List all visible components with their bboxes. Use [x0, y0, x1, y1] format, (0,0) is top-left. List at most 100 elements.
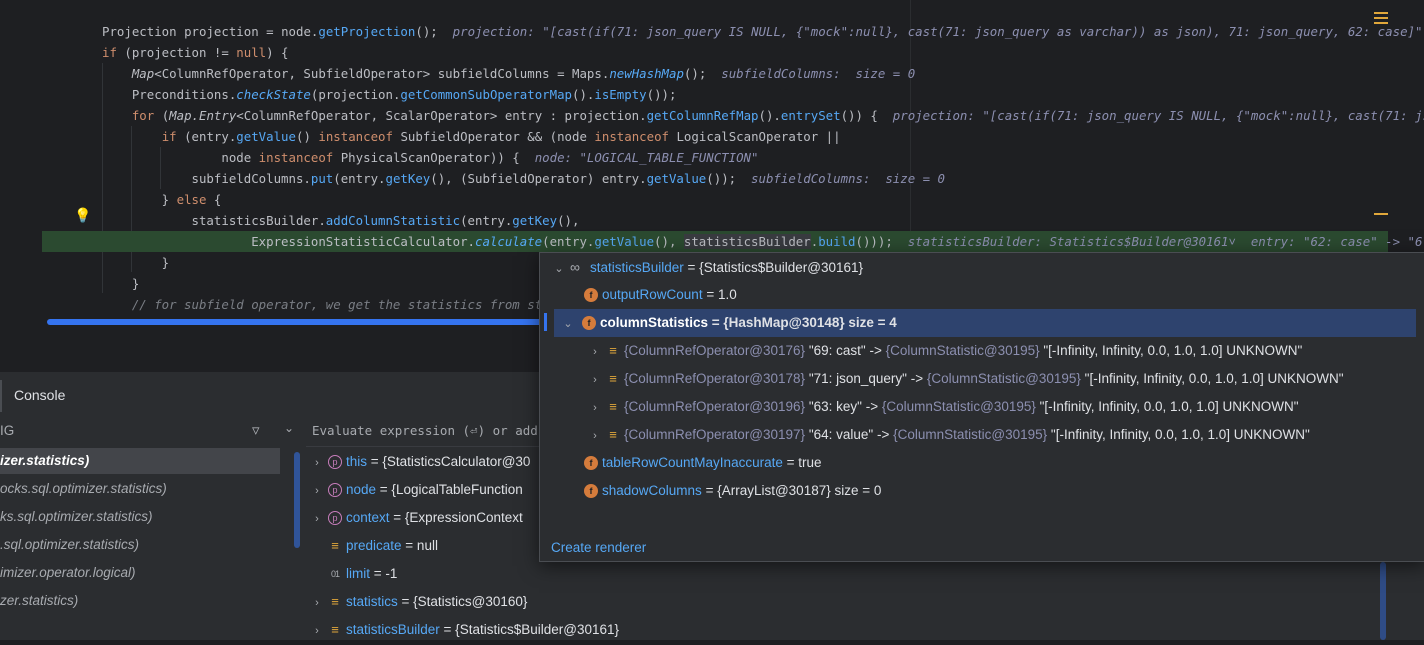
map-entry-row[interactable]: › ≡ {ColumnRefOperator@30197} "64: value" … [584, 421, 1310, 449]
variable-name: context [346, 510, 390, 525]
entry-value-ref: {ColumnStatistic@30195} [893, 427, 1051, 442]
tab-console[interactable]: Console [14, 387, 65, 403]
create-renderer-link[interactable]: Create renderer [551, 540, 646, 555]
variables-scrollbar[interactable] [294, 452, 300, 548]
variable-type-icon: p [328, 483, 342, 498]
entry-arrow: -> [865, 343, 886, 358]
variable-name: statisticsBuilder [346, 622, 440, 637]
horizontal-scrollbar[interactable] [47, 319, 547, 325]
entry-key: {ColumnRefOperator@30178} [624, 371, 809, 386]
expand-arrow-icon[interactable]: › [584, 422, 606, 450]
expand-arrow-icon[interactable]: › [584, 366, 606, 394]
variable-type-icon: p [328, 455, 342, 470]
variable-value: = -1 [370, 566, 398, 581]
code-line[interactable]: node instanceof PhysicalScanOperator)) {… [102, 147, 758, 168]
entry-icon: ≡ [609, 343, 617, 359]
entry-icon: ≡ [609, 427, 617, 443]
entry-value-text: "[-Infinity, Infinity, 0.0, 1.0, 1.0] UN… [1039, 399, 1299, 414]
field-icon: f [584, 484, 598, 499]
field-name: outputRowCount [602, 287, 703, 302]
code-line[interactable]: // for subfield operator, we get the sta… [102, 294, 550, 315]
entry-label: "71: json_query" [808, 371, 907, 386]
code-line[interactable]: Projection projection = node.getProjecti… [102, 21, 1422, 42]
code-line[interactable]: for (Map.Entry<ColumnRefOperator, Scalar… [102, 105, 1424, 126]
variable-type-icon: ≡ [331, 538, 339, 554]
frame-item[interactable]: zer.statistics) [0, 588, 280, 614]
field-icon: f [584, 456, 598, 471]
expand-arrow-icon[interactable]: › [584, 338, 606, 366]
chevron-down-icon[interactable]: ⌄ [548, 255, 570, 283]
field-value: = {ArrayList@30187} size = 0 [701, 483, 882, 498]
entry-arrow: -> [873, 427, 894, 442]
warning-marker[interactable] [1374, 213, 1388, 215]
variable-name: predicate [346, 538, 402, 553]
code-line[interactable]: Map<ColumnRefOperator, SubfieldOperator>… [102, 63, 915, 84]
popup-root-row[interactable]: ⌄ ∞ statisticsBuilder = {Statistics$Builde… [548, 253, 863, 281]
entry-value-text: "[-Infinity, Infinity, 0.0, 1.0, 1.0] UN… [1050, 427, 1310, 442]
variable-name: this [346, 454, 368, 469]
expand-arrow-icon[interactable]: › [306, 449, 328, 477]
code-line[interactable]: } else { [102, 189, 222, 210]
variable-name: node [346, 482, 377, 497]
frame-item[interactable]: ks.sql.optimizer.statistics) [0, 504, 280, 530]
expand-arrow-icon[interactable]: › [306, 589, 328, 617]
code-line[interactable]: statisticsBuilder.addColumnStatistic(ent… [102, 210, 580, 231]
variable-row[interactable]: › p node = {LogicalTableFunction [306, 476, 523, 504]
variable-type-icon: ≡ [331, 622, 339, 638]
code-line[interactable]: Preconditions.checkState(projection.getC… [102, 84, 677, 105]
popup-field-row[interactable]: f shadowColumns = {ArrayList@30187} size … [584, 477, 881, 505]
variable-value: = {ExpressionContext [389, 510, 523, 525]
frame-item[interactable]: imizer.operator.logical) [0, 560, 280, 586]
chevron-down-icon[interactable]: ⌄ [554, 310, 582, 338]
variable-value: = {Statistics@30160} [397, 594, 528, 609]
entry-icon: ≡ [609, 371, 617, 387]
field-icon: f [582, 316, 596, 331]
map-entry-row[interactable]: › ≡ {ColumnRefOperator@30178} "71: json_qu… [584, 365, 1343, 394]
variable-row[interactable]: ≡ predicate = null [306, 532, 438, 560]
field-name: shadowColumns [602, 483, 702, 498]
root-value: = {Statistics$Builder@30161} [683, 260, 863, 275]
filter-icon[interactable]: ▿ [252, 421, 260, 439]
popup-focus-marker [544, 313, 547, 331]
frames-list: IG ▿ ⌄ izer.statistics) ocks.sql.optimiz… [0, 416, 300, 640]
code-line[interactable]: subfieldColumns.put(entry.getKey(), (Sub… [102, 168, 946, 189]
expand-arrow-icon[interactable]: › [306, 617, 328, 645]
panel-scrollbar[interactable] [1380, 562, 1386, 640]
code-line[interactable]: if (entry.getValue() instanceof Subfield… [102, 126, 841, 147]
entry-key: {ColumnRefOperator@30176} [624, 343, 809, 358]
expand-arrow-icon[interactable]: › [584, 394, 606, 422]
entry-label: "69: cast" [808, 343, 866, 358]
code-line[interactable]: ExpressionStatisticCalculator.calculate(… [102, 231, 1422, 252]
popup-field-row[interactable]: f outputRowCount = 1.0 [584, 281, 737, 309]
frame-item[interactable]: .sql.optimizer.statistics) [0, 532, 280, 558]
variable-row[interactable]: › p context = {ExpressionContext [306, 504, 523, 532]
entry-key: {ColumnRefOperator@30197} [624, 427, 809, 442]
code-line[interactable]: } [102, 273, 139, 294]
field-name: columnStatistics [600, 315, 709, 330]
entry-arrow: -> [906, 371, 927, 386]
frame-item[interactable]: izer.statistics) [0, 448, 280, 474]
chevron-down-icon[interactable]: ⌄ [284, 421, 294, 435]
code-line[interactable]: } [102, 252, 169, 273]
variable-row[interactable]: › ≡ statistics = {Statistics@30160} [306, 588, 527, 616]
menu-icon[interactable] [1374, 12, 1388, 14]
map-entry-row[interactable]: › ≡ {ColumnRefOperator@30196} "63: key" ->… [584, 393, 1299, 422]
entry-key: {ColumnRefOperator@30196} [624, 399, 809, 414]
popup-field-row-selected[interactable]: ⌄ f columnStatistics = {HashMap@30148} siz… [554, 309, 1416, 337]
field-value: = 1.0 [702, 287, 737, 302]
variable-row[interactable]: › p this = {StatisticsCalculator@30 [306, 448, 530, 476]
watch-icon: ∞ [570, 259, 580, 275]
frame-item[interactable]: ocks.sql.optimizer.statistics) [0, 476, 280, 502]
field-value: = {HashMap@30148} size = 4 [708, 315, 897, 330]
lightbulb-icon[interactable]: 💡 [74, 207, 91, 225]
code-line[interactable]: if (projection != null) { [102, 42, 289, 63]
variable-row[interactable]: 01 limit = -1 [306, 560, 397, 588]
map-entry-row[interactable]: › ≡ {ColumnRefOperator@30176} "69: cast" -… [584, 337, 1302, 365]
variable-name: limit [346, 566, 370, 581]
entry-value-ref: {ColumnStatistic@30195} [885, 343, 1044, 358]
variable-type-icon: ≡ [331, 594, 339, 610]
expand-arrow-icon[interactable]: › [306, 477, 328, 505]
variable-value: = {Statistics$Builder@30161} [439, 622, 619, 637]
popup-field-row[interactable]: f tableRowCountMayInaccurate = true [584, 449, 822, 477]
expand-arrow-icon[interactable]: › [306, 505, 328, 533]
